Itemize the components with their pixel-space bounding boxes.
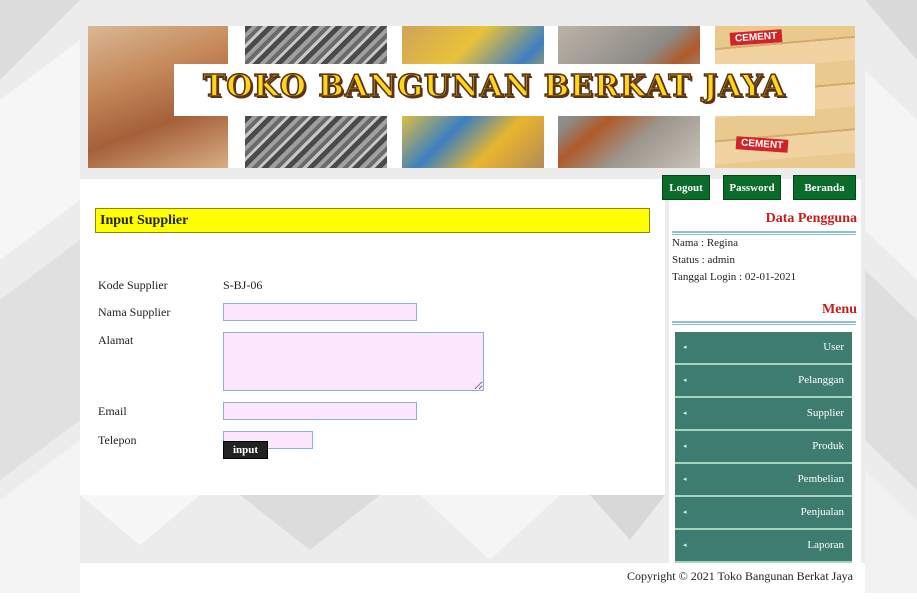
bullet-icon: ◂ — [683, 409, 687, 417]
page-container: CEMENT CEMENT TOKO BANGUNAN BERKAT JAYA … — [80, 17, 865, 593]
menu-item-label: Pelanggan — [798, 374, 844, 386]
menu-item-produk[interactable]: ◂ Produk — [675, 431, 852, 464]
menu-heading: Menu — [822, 302, 857, 317]
menu-item-pelanggan[interactable]: ◂ Pelanggan — [675, 365, 852, 398]
beranda-button[interactable]: Beranda — [793, 175, 856, 200]
kode-supplier-label: Kode Supplier — [98, 278, 168, 292]
menu-item-label: Pembelian — [797, 473, 844, 485]
bullet-icon: ◂ — [683, 541, 687, 549]
menu-item-penjualan[interactable]: ◂ Penjualan — [675, 497, 852, 530]
logout-button[interactable]: Logout — [662, 175, 710, 200]
divider — [672, 321, 856, 325]
menu-item-user[interactable]: ◂ User — [675, 332, 852, 365]
email-label: Email — [98, 404, 127, 418]
bullet-icon: ◂ — [683, 508, 687, 516]
header-banner: CEMENT CEMENT TOKO BANGUNAN BERKAT JAYA — [88, 26, 855, 168]
input-button[interactable]: input — [223, 441, 268, 459]
email-input[interactable] — [223, 402, 417, 420]
alamat-textarea[interactable] — [223, 332, 484, 391]
bullet-icon: ◂ — [683, 475, 687, 483]
password-button[interactable]: Password — [723, 175, 781, 200]
alamat-label: Alamat — [98, 333, 134, 347]
menu-item-label: User — [823, 341, 844, 353]
menu-item-label: Penjualan — [800, 506, 844, 518]
divider — [672, 231, 856, 235]
bullet-icon: ◂ — [683, 343, 687, 351]
side-menu: ◂ User ◂ Pelanggan ◂ Supplier ◂ Produk ◂ Pemb… — [675, 332, 852, 563]
telepon-label: Telepon — [98, 433, 137, 447]
menu-item-pembelian[interactable]: ◂ Pembelian — [675, 464, 852, 497]
user-name: Nama : Regina — [672, 237, 738, 249]
nama-supplier-label: Nama Supplier — [98, 305, 171, 319]
bottom-strip — [0, 593, 917, 608]
site-title: TOKO BANGUNAN BERKAT JAYA — [202, 68, 786, 105]
nama-supplier-input[interactable] — [223, 303, 417, 321]
data-pengguna-heading: Data Pengguna — [765, 211, 857, 226]
user-status: Status : admin — [672, 254, 735, 266]
bullet-icon: ◂ — [683, 376, 687, 384]
sidebar: Logout Password Beranda Data Pengguna Na… — [662, 175, 861, 563]
kode-supplier-value: S-BJ-06 — [223, 278, 263, 292]
menu-item-supplier[interactable]: ◂ Supplier — [675, 398, 852, 431]
menu-item-label: Laporan — [807, 539, 844, 551]
bullet-icon: ◂ — [683, 442, 687, 450]
footer: Copyright © 2021 Toko Bangunan Berkat Ja… — [80, 563, 865, 593]
copyright-text: Copyright © 2021 Toko Bangunan Berkat Ja… — [626, 569, 853, 583]
menu-item-label: Produk — [812, 440, 844, 452]
page-title: Input Supplier — [95, 208, 650, 233]
main-content: Input Supplier Kode Supplier S-BJ-06 Nam… — [80, 179, 665, 495]
menu-item-label: Supplier — [806, 407, 844, 419]
login-date: Tanggal Login : 02-01-2021 — [672, 271, 797, 283]
menu-item-laporan[interactable]: ◂ Laporan — [675, 530, 852, 563]
